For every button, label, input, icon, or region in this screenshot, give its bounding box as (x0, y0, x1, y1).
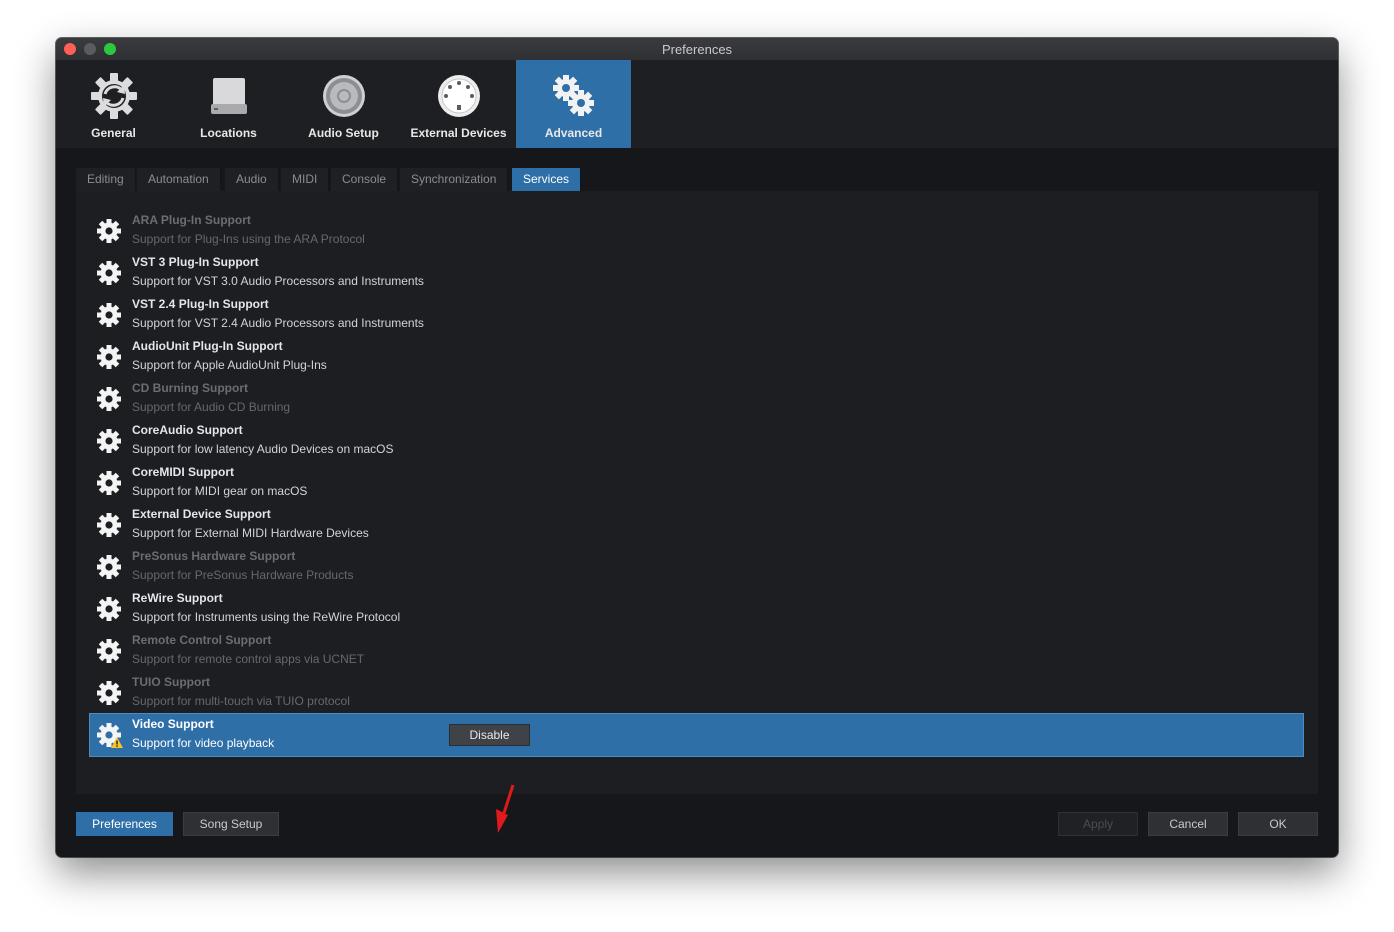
service-description: Support for Instruments using the ReWire… (132, 610, 401, 624)
apply-button[interactable]: Apply (1058, 812, 1138, 836)
service-description: Support for External MIDI Hardware Devic… (132, 526, 369, 540)
service-row[interactable]: AudioUnit Plug-In Support Support for App… (90, 336, 1303, 378)
speaker-icon (320, 72, 368, 120)
services-list: ARA Plug-In Support Support for Plug-Ins … (76, 191, 1318, 794)
service-row[interactable]: CoreMIDI Support Support for MIDI gear on… (90, 462, 1303, 504)
service-name: CoreMIDI Support (132, 465, 234, 479)
service-gear-icon (96, 638, 122, 664)
service-gear-icon (96, 260, 122, 286)
service-description: Support for VST 2.4 Audio Processors and… (132, 316, 424, 330)
service-name: CD Burning Support (132, 381, 248, 395)
title-bar: Preferences (56, 38, 1338, 61)
service-row[interactable]: ARA Plug-In Support Support for Plug-Ins … (90, 210, 1303, 252)
toolbar-audio-setup[interactable]: Audio Setup (286, 60, 401, 148)
tab-automation[interactable]: Automation (137, 168, 221, 191)
service-description: Support for Plug-Ins using the ARA Proto… (132, 232, 365, 246)
service-row[interactable]: CD Burning Support Support for Audio CD B… (90, 378, 1303, 420)
service-name: VST 3 Plug-In Support (132, 255, 259, 269)
content-area: Editing Automation Audio MIDI Console Sy… (56, 148, 1338, 857)
service-gear-icon (96, 470, 122, 496)
service-description: Support for MIDI gear on macOS (132, 484, 308, 498)
tab-services[interactable]: Services (512, 168, 582, 191)
tab-console[interactable]: Console (331, 168, 399, 191)
tab-synchronization[interactable]: Synchronization (400, 168, 509, 191)
service-gear-icon (96, 680, 122, 706)
song-setup-button[interactable]: Song Setup (183, 812, 279, 836)
service-name: PreSonus Hardware Support (132, 549, 296, 563)
service-description: Support for Audio CD Burning (132, 400, 291, 414)
tab-editing[interactable]: Editing (76, 168, 136, 191)
preferences-window: Preferences General Locations Audio Setu… (56, 38, 1338, 857)
toolbar-external-devices[interactable]: External Devices (401, 60, 516, 148)
midi-connector-icon (435, 72, 483, 120)
service-description: Support for VST 3.0 Audio Processors and… (132, 274, 424, 288)
service-description: Support for PreSonus Hardware Products (132, 568, 354, 582)
cancel-button[interactable]: Cancel (1148, 812, 1228, 836)
service-row[interactable]: PreSonus Hardware Support Support for Pre… (90, 546, 1303, 588)
service-name: Video Support (132, 717, 214, 731)
service-name: External Device Support (132, 507, 271, 521)
service-description: Support for remote control apps via UCNE… (132, 652, 365, 666)
general-gear-icon (90, 72, 138, 120)
service-gear-icon (96, 428, 122, 454)
service-row[interactable]: VST 3 Plug-In Support Support for VST 3.0… (90, 252, 1303, 294)
tab-audio[interactable]: Audio (225, 168, 279, 191)
preferences-button[interactable]: Preferences (76, 812, 173, 836)
service-name: TUIO Support (132, 675, 210, 689)
service-gear-icon (96, 218, 122, 244)
service-gear-icon (96, 554, 122, 580)
service-name: ReWire Support (132, 591, 223, 605)
service-row[interactable]: VST 2.4 Plug-In Support Support for VST 2… (90, 294, 1303, 336)
ok-button[interactable]: OK (1238, 812, 1318, 836)
toolbar-label: Audio Setup (308, 126, 379, 140)
service-row[interactable]: TUIO Support Support for multi-touch via … (90, 672, 1303, 714)
service-description: Support for Apple AudioUnit Plug-Ins (132, 358, 327, 372)
toolbar-label: External Devices (410, 126, 507, 140)
tab-midi[interactable]: MIDI (281, 168, 330, 191)
disable-button[interactable]: Disable (449, 724, 530, 746)
service-name: ARA Plug-In Support (132, 213, 251, 227)
preferences-toolbar: General Locations Audio Setup External D… (56, 60, 1338, 148)
toolbar-general[interactable]: General (56, 60, 171, 148)
service-gear-icon (96, 386, 122, 412)
toolbar-label: General (91, 126, 136, 140)
service-description: Support for multi-touch via TUIO protoco… (132, 694, 350, 708)
service-description: Support for low latency Audio Devices on… (132, 442, 394, 456)
toolbar-advanced[interactable]: Advanced (516, 60, 631, 148)
service-row[interactable]: External Device Support Support for Exter… (90, 504, 1303, 546)
window-title: Preferences (661, 42, 733, 57)
toolbar-locations[interactable]: Locations (171, 60, 286, 148)
service-row[interactable]: Video Support Support for video playback D… (89, 713, 1304, 757)
drive-icon (205, 72, 253, 120)
service-gear-icon (96, 344, 122, 370)
service-row[interactable]: Remote Control Support Support for remote… (90, 630, 1303, 672)
toolbar-label: Advanced (544, 126, 603, 140)
service-row[interactable]: ReWire Support Support for Instruments us… (90, 588, 1303, 630)
service-row[interactable]: CoreAudio Support Support for low latency… (90, 420, 1303, 462)
service-name: AudioUnit Plug-In Support (132, 339, 283, 353)
service-name: VST 2.4 Plug-In Support (132, 297, 269, 311)
service-description: Support for video playback (132, 736, 275, 750)
warning-icon (111, 735, 123, 748)
toolbar-label: Locations (200, 126, 257, 140)
service-name: Remote Control Support (132, 633, 272, 647)
service-gear-icon (96, 596, 122, 622)
service-gear-icon (96, 512, 122, 538)
service-gear-icon (96, 302, 122, 328)
service-name: CoreAudio Support (132, 423, 243, 437)
gears-icon (550, 72, 598, 120)
